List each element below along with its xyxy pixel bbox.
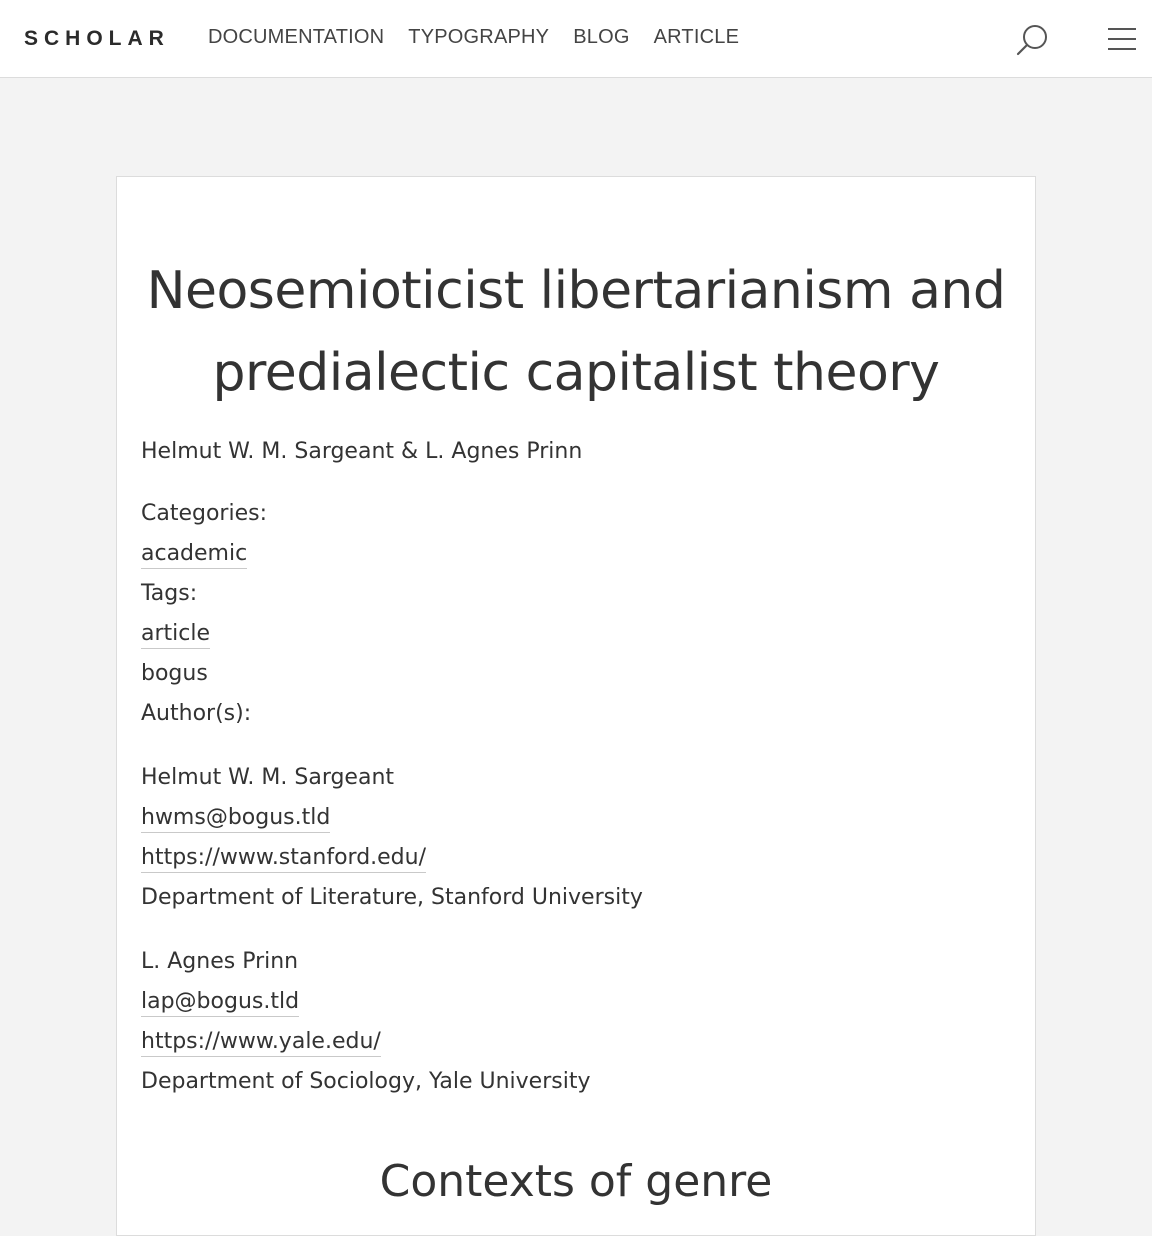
author-name: Helmut W. M. Sargeant	[141, 765, 395, 790]
article-title: Neosemioticist libertarianism and predia…	[0, 250, 1152, 414]
author-block: Helmut W. M. Sargeant hwms@bogus.tld htt…	[141, 758, 1001, 918]
top-navigation-bar: SCHOLAR DOCUMENTATION TYPOGRAPHY BLOG AR…	[0, 0, 1152, 78]
categories-label: Categories:	[141, 501, 267, 526]
category-link-academic[interactable]: academic	[141, 541, 248, 569]
author-email-link[interactable]: hwms@bogus.tld	[141, 805, 331, 833]
byline: Helmut W. M. Sargeant & L. Agnes Prinn	[141, 439, 583, 464]
author-website-link[interactable]: https://www.stanford.edu/	[141, 845, 427, 873]
nav-item-typography[interactable]: TYPOGRAPHY	[408, 26, 549, 49]
author-name: L. Agnes Prinn	[141, 949, 299, 974]
brand-logo[interactable]: SCHOLAR	[24, 27, 170, 51]
author-affiliation: Department of Literature, Stanford Unive…	[141, 885, 643, 910]
search-icon[interactable]	[1013, 20, 1053, 60]
section-heading: Contexts of genre	[379, 1156, 773, 1207]
tag-link-article[interactable]: article	[141, 621, 211, 649]
hamburger-menu-icon[interactable]	[1106, 24, 1138, 56]
nav-item-article[interactable]: ARTICLE	[654, 26, 740, 49]
nav-item-blog[interactable]: BLOG	[573, 26, 629, 49]
author-affiliation: Department of Sociology, Yale University	[141, 1069, 591, 1094]
article-meta: Helmut W. M. Sargeant & L. Agnes Prinn C…	[141, 432, 1001, 1102]
author-website-link[interactable]: https://www.yale.edu/	[141, 1029, 381, 1057]
authors-label: Author(s):	[141, 701, 252, 726]
tag-bogus: bogus	[141, 661, 208, 686]
author-email-link[interactable]: lap@bogus.tld	[141, 989, 300, 1017]
nav-item-documentation[interactable]: DOCUMENTATION	[208, 26, 384, 49]
author-block: L. Agnes Prinn lap@bogus.tld https://www…	[141, 942, 1001, 1102]
article-title-line-1: Neosemioticist libertarianism and	[146, 261, 1006, 321]
article-title-line-2: predialectic capitalist theory	[212, 343, 940, 403]
tags-label: Tags:	[141, 581, 198, 606]
main-nav: DOCUMENTATION TYPOGRAPHY BLOG ARTICLE	[208, 26, 739, 49]
